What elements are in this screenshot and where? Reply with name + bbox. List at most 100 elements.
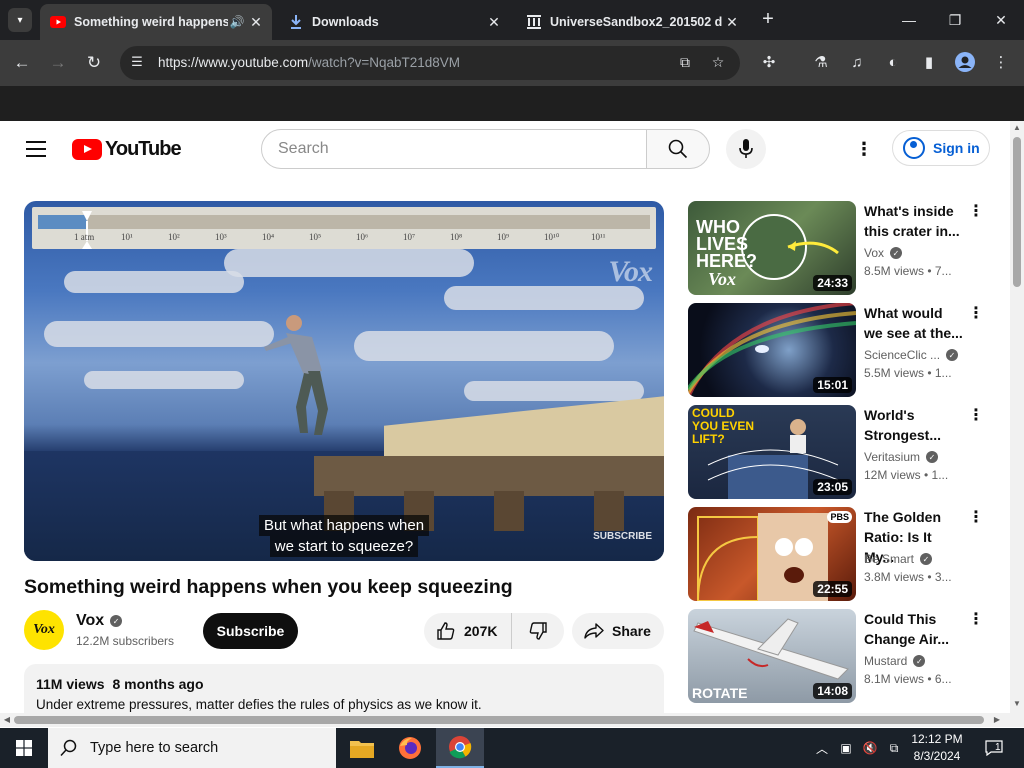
recommendation-item[interactable]: 15:01 What would we see at the... Scienc… xyxy=(688,303,998,397)
system-clock[interactable]: 12:12 PM 8/3/2024 xyxy=(904,731,970,765)
labs-flask-icon[interactable]: ⚗ xyxy=(810,52,832,74)
recommendation-meta: 12M views • 1... xyxy=(864,468,949,482)
video-thumbnail[interactable]: PBS 22:55 xyxy=(688,507,856,601)
recommendation-title[interactable]: Could This Change Air... xyxy=(864,609,964,649)
recommendation-channel[interactable]: Be Smart ✓ xyxy=(864,552,933,566)
sign-in-button[interactable]: Sign in xyxy=(892,130,990,166)
recommendation-meta: 8.5M views • 7... xyxy=(864,264,952,278)
browser-menu-icon[interactable]: ⋮ xyxy=(990,52,1012,74)
search-input[interactable]: Search xyxy=(261,129,647,169)
tab-close-icon[interactable]: ✕ xyxy=(722,14,742,31)
back-arrow-icon[interactable]: ← xyxy=(10,51,34,75)
network-icon[interactable]: ▣ xyxy=(836,728,856,768)
video-thumbnail[interactable]: COULD YOU EVEN LIFT? 23:05 xyxy=(688,405,856,499)
recommendation-meta: 5.5M views • 1... xyxy=(864,366,952,380)
vertical-scrollbar[interactable]: ▲ ▼ xyxy=(1010,121,1024,713)
recommendation-item[interactable]: ROTATE 14:08 Could This Change Air... Mu… xyxy=(688,609,998,703)
gauge-tick-label: 10¹¹ xyxy=(591,232,606,242)
subscribe-watermark[interactable]: SUBSCRIBE xyxy=(593,531,652,542)
profile-avatar-icon[interactable] xyxy=(954,52,976,74)
recommendation-title[interactable]: World's Strongest... xyxy=(864,405,964,445)
google-lens-icon[interactable]: ◐ xyxy=(882,52,904,74)
display-icon[interactable]: ⧉ xyxy=(884,728,904,768)
description-text: Under extreme pressures, matter defies t… xyxy=(36,697,482,712)
firefox-icon[interactable] xyxy=(386,728,434,768)
tab-downloads[interactable]: Downloads ✕ xyxy=(278,4,510,40)
more-actions-icon[interactable]: ⋮ xyxy=(968,407,984,425)
address-bar[interactable]: ☰ https://www.youtube.com/watch?v=NqabT2… xyxy=(120,46,740,80)
extensions-puzzle-icon[interactable]: ✣ xyxy=(758,52,780,74)
youtube-logo[interactable]: YouTube xyxy=(72,138,182,161)
like-dislike-group: 207K xyxy=(424,613,564,649)
tab-close-icon[interactable]: ✕ xyxy=(246,14,266,31)
recommendation-title[interactable]: What's inside this crater in... xyxy=(864,201,964,241)
close-window-icon[interactable]: ✕ xyxy=(978,8,1024,32)
tray-overflow-icon[interactable]: ︿ xyxy=(814,728,830,768)
side-panel-icon[interactable]: ▮ xyxy=(918,52,940,74)
windows-taskbar: Type here to search ︿ ▣ 🔇 ⧉ 12:12 PM 8/3… xyxy=(0,728,1024,768)
recommendation-channel[interactable]: Mustard ✓ xyxy=(864,654,926,668)
channel-avatar[interactable]: Vox xyxy=(24,610,64,650)
minimize-icon[interactable]: — xyxy=(886,8,932,32)
recommendation-title[interactable]: What would we see at the... xyxy=(864,303,964,343)
person-figure xyxy=(264,315,328,435)
hamburger-menu-icon[interactable] xyxy=(26,141,46,157)
tab-universe-sandbox[interactable]: UniverseSandbox2_201502 dir ✕ xyxy=(516,4,748,40)
settings-more-icon[interactable]: ⋮ xyxy=(854,139,874,159)
video-thumbnail[interactable]: Vox WHO LIVES HERE? 24:33 xyxy=(688,201,856,295)
scrollbar-thumb[interactable] xyxy=(14,716,984,724)
vox-watermark: Vox xyxy=(608,255,653,288)
url-text[interactable]: https://www.youtube.com/watch?v=NqabT21d… xyxy=(158,55,460,70)
speaker-icon[interactable]: 🔊 xyxy=(228,15,246,29)
restore-icon[interactable]: ❐ xyxy=(932,8,978,32)
recommendation-item[interactable]: PBS 22:55 The Golden Ratio: Is It My... … xyxy=(688,507,998,601)
tab-search-button[interactable]: ▾ xyxy=(8,8,32,32)
video-player[interactable]: 1 atm 10¹ 10² 10³ 10⁴ 10⁵ 10⁶ 10⁷ 10⁸ 10⁹ 10¹⁰ 10¹¹… xyxy=(24,201,664,561)
new-tab-button[interactable]: + xyxy=(758,8,778,32)
more-actions-icon[interactable]: ⋮ xyxy=(968,203,984,221)
scroll-down-arrow-icon[interactable]: ▼ xyxy=(1010,699,1024,708)
install-app-icon[interactable]: ⧉ xyxy=(675,54,695,74)
recommendation-channel[interactable]: Vox ✓ xyxy=(864,246,903,260)
recommendation-channel[interactable]: ScienceClic ... ✓ xyxy=(864,348,959,362)
more-actions-icon[interactable]: ⋮ xyxy=(968,305,984,323)
recommendation-item[interactable]: COULD YOU EVEN LIFT? 23:05 World's Stron… xyxy=(688,405,998,499)
forward-arrow-icon[interactable]: → xyxy=(46,51,70,75)
notification-count: 1 xyxy=(995,742,1001,753)
share-button[interactable]: Share xyxy=(572,613,664,649)
dislike-button[interactable] xyxy=(512,621,564,641)
scroll-up-arrow-icon[interactable]: ▲ xyxy=(1010,123,1024,132)
recommendation-item[interactable]: Vox WHO LIVES HERE? 24:33 What's inside … xyxy=(688,201,998,295)
reload-icon[interactable]: ↻ xyxy=(82,51,106,75)
scroll-left-arrow-icon[interactable]: ◀ xyxy=(0,713,14,727)
video-duration: 22:55 xyxy=(813,581,852,597)
gauge-tick-label: 10¹ xyxy=(121,232,133,242)
site-settings-icon[interactable]: ☰ xyxy=(128,54,146,72)
volume-muted-icon[interactable]: 🔇 xyxy=(860,728,880,768)
chrome-icon[interactable] xyxy=(436,728,484,768)
windows-start-icon[interactable] xyxy=(0,728,48,768)
video-thumbnail[interactable]: ROTATE 14:08 xyxy=(688,609,856,703)
more-actions-icon[interactable]: ⋮ xyxy=(968,611,984,629)
video-title: Something weird happens when you keep sq… xyxy=(24,576,513,598)
tab-close-icon[interactable]: ✕ xyxy=(484,14,504,31)
file-explorer-icon[interactable] xyxy=(338,728,386,768)
media-controls-icon[interactable]: ♫ xyxy=(846,52,868,74)
notification-icon[interactable]: 1 xyxy=(980,728,1008,768)
scroll-right-arrow-icon[interactable]: ▶ xyxy=(990,713,1004,727)
voice-search-button[interactable] xyxy=(726,129,766,169)
horizontal-scrollbar[interactable]: ◀ ▶ xyxy=(0,713,1024,727)
bookmark-star-icon[interactable]: ☆ xyxy=(708,54,728,74)
taskbar-search-input[interactable]: Type here to search xyxy=(48,728,336,768)
description-box[interactable]: 11M views 8 months ago Under extreme pres… xyxy=(24,664,664,713)
more-actions-icon[interactable]: ⋮ xyxy=(968,509,984,527)
scrollbar-thumb[interactable] xyxy=(1013,137,1021,287)
search-button[interactable] xyxy=(646,129,710,169)
subscribe-button[interactable]: Subscribe xyxy=(203,613,298,649)
video-thumbnail[interactable]: 15:01 xyxy=(688,303,856,397)
channel-name[interactable]: Vox ✓ xyxy=(76,612,123,630)
like-button[interactable]: 207K xyxy=(424,613,512,649)
tab-youtube[interactable]: Something weird happens 🔊 ✕ xyxy=(40,4,272,40)
video-duration: 15:01 xyxy=(813,377,852,393)
recommendation-channel[interactable]: Veritasium ✓ xyxy=(864,450,939,464)
